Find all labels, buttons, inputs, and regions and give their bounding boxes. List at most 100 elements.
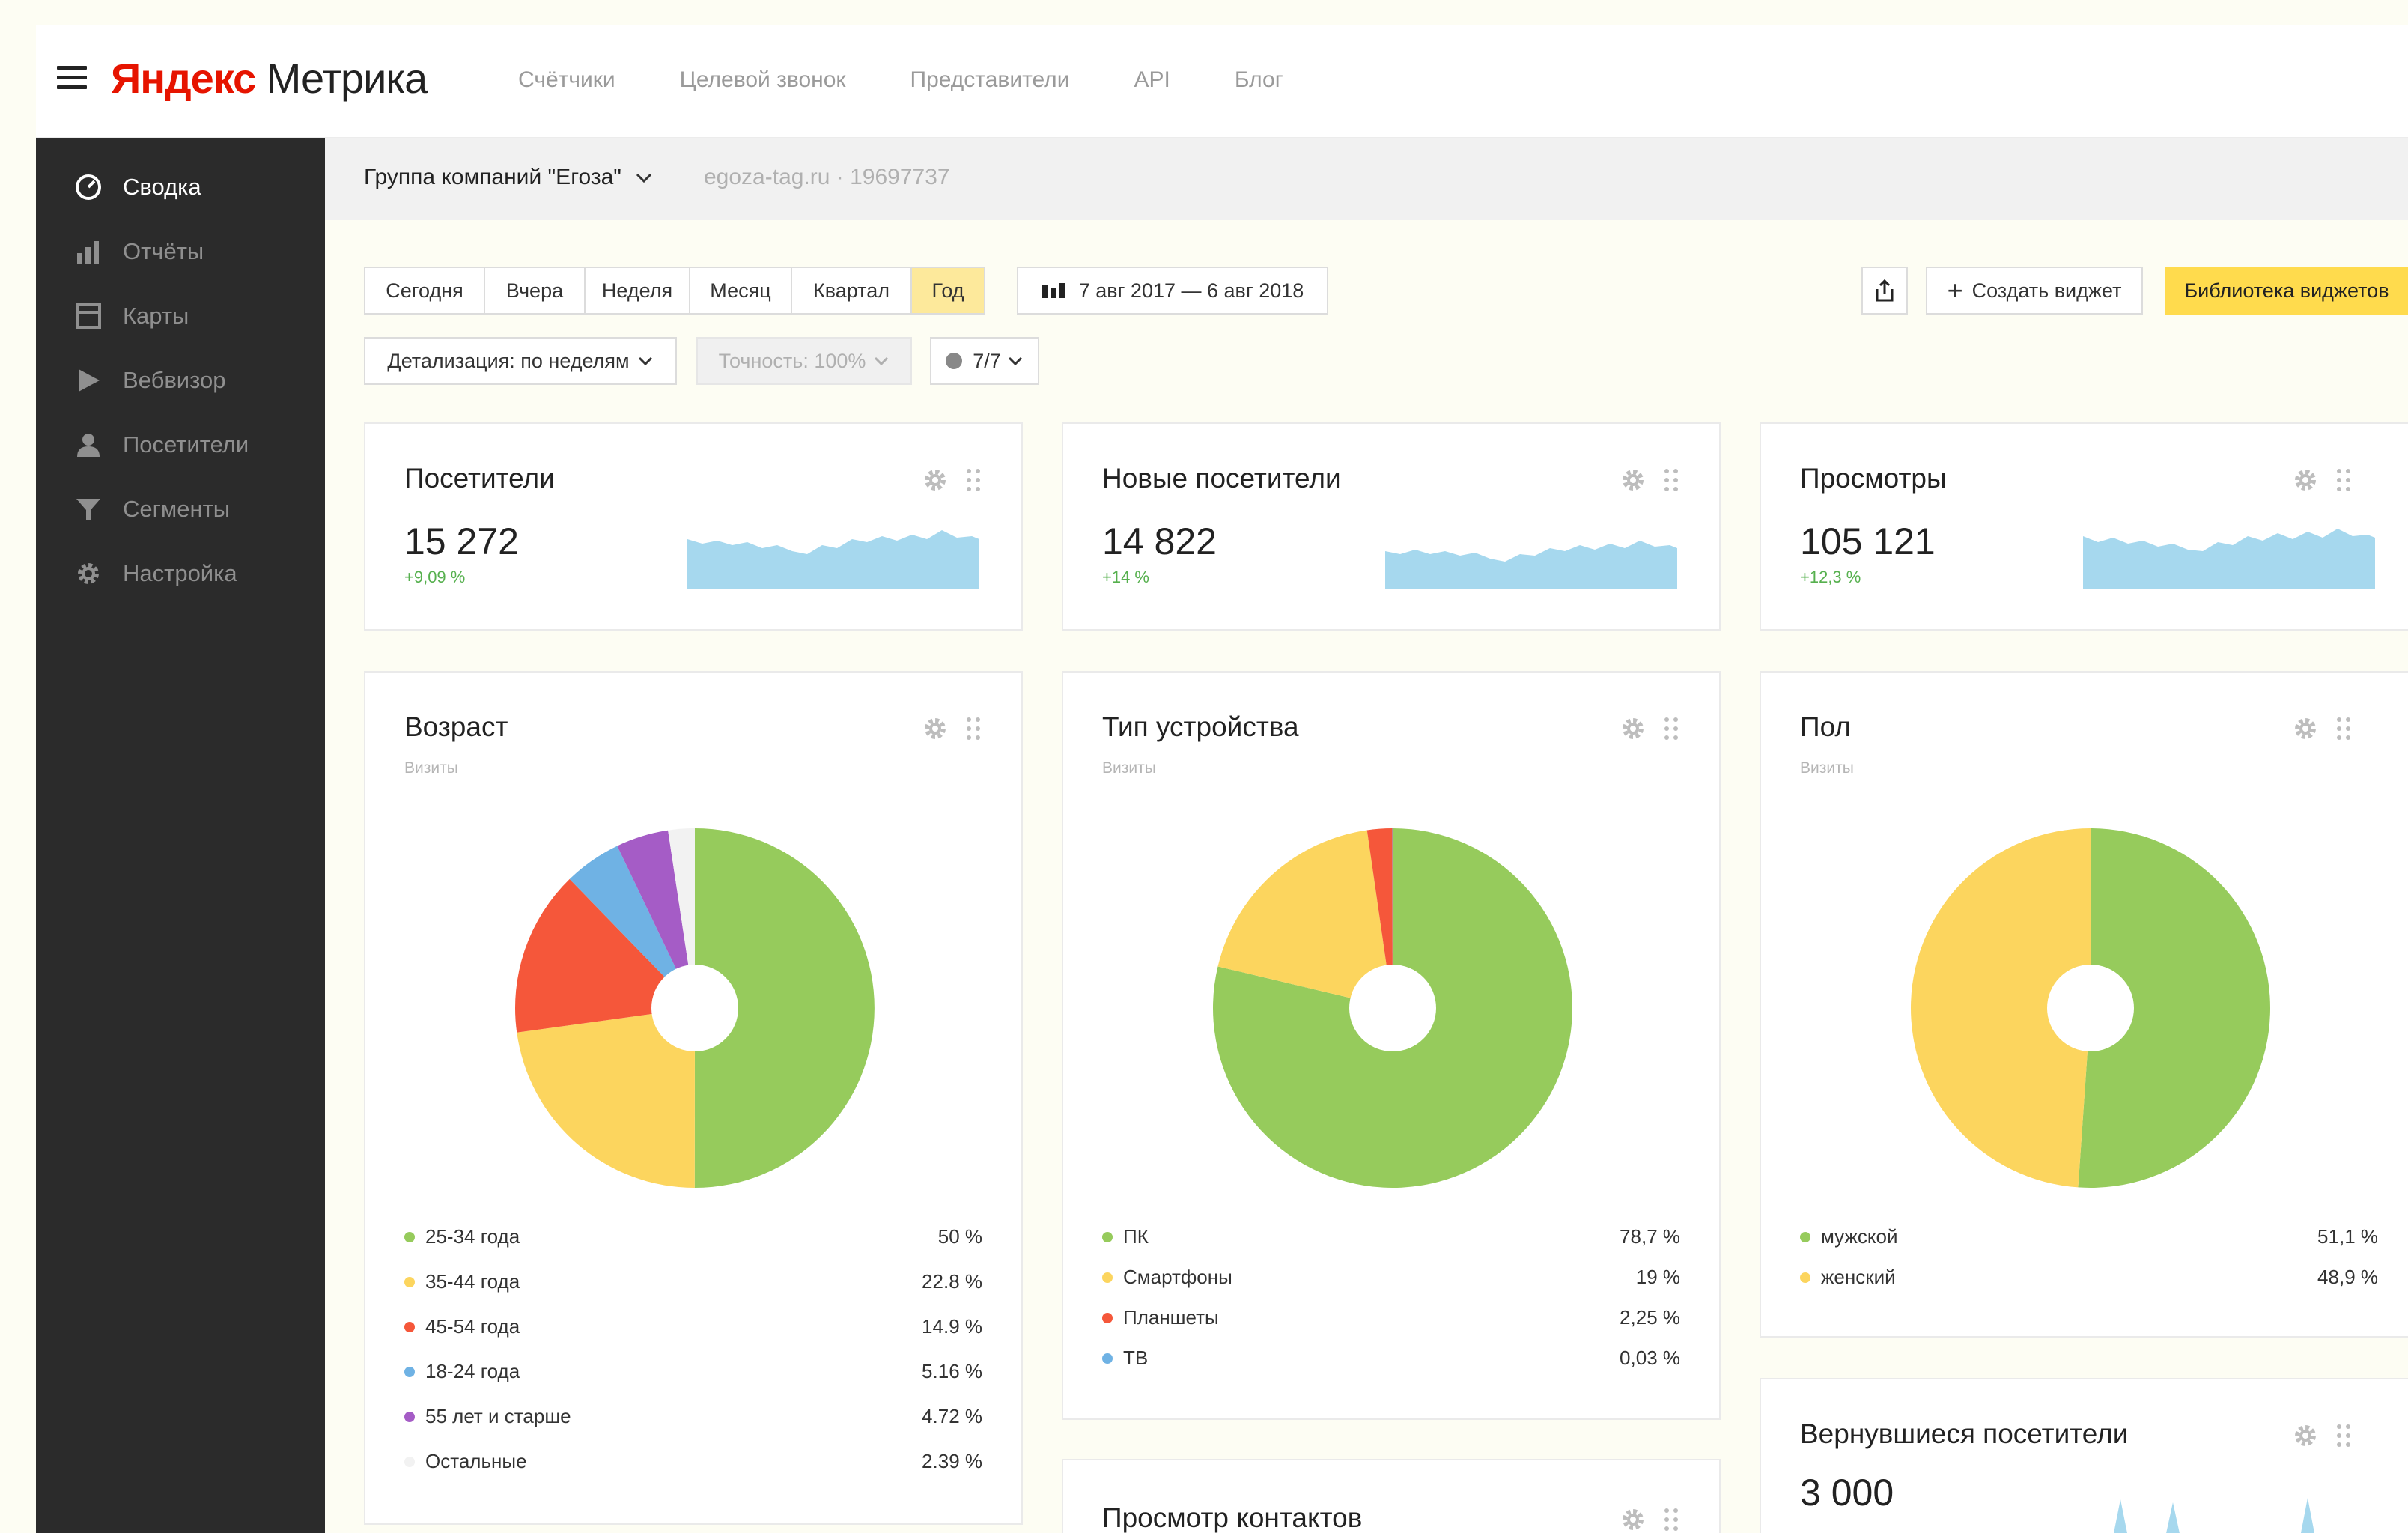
period-selector: Сегодня Вчера Неделя Месяц Квартал Год <box>364 267 985 315</box>
gear-icon[interactable] <box>921 466 949 498</box>
logo-product: Метрика <box>266 55 428 102</box>
legend-value: 22.8 % <box>922 1270 982 1293</box>
card-controls <box>921 466 982 498</box>
gear-icon[interactable] <box>1619 466 1647 498</box>
period-today[interactable]: Сегодня <box>365 268 485 313</box>
legend-item[interactable]: 45-54 года 14.9 % <box>404 1315 982 1338</box>
metric-card-visitors: Посетители 15 272 +9,09 % <box>364 422 1023 631</box>
top-nav: Счётчики Целевой звонок Представители AP… <box>518 67 1283 93</box>
menu-icon[interactable] <box>57 66 87 90</box>
period-quarter[interactable]: Квартал <box>792 268 912 313</box>
pie-card-device: Тип устройства Визиты ПК 78,7 % Смартфоны 1… <box>1062 671 1721 1420</box>
nav-blog[interactable]: Блог <box>1235 67 1283 93</box>
card-controls <box>2291 1421 2353 1454</box>
legend-item[interactable]: 25-34 года 50 % <box>404 1225 982 1248</box>
metric-card-pageviews: Просмотры 105 121 +12,3 % <box>1760 422 2408 631</box>
calendar-icon <box>1042 283 1065 298</box>
legend-item[interactable]: Остальные 2.39 % <box>404 1450 982 1473</box>
period-month[interactable]: Месяц <box>690 268 792 313</box>
sidebar-item-label: Карты <box>123 303 189 329</box>
nav-target-call[interactable]: Целевой звонок <box>680 67 846 93</box>
period-yesterday[interactable]: Вчера <box>485 268 586 313</box>
legend-item[interactable]: мужской 51,1 % <box>1800 1225 2378 1248</box>
donut-hole <box>1349 965 1436 1051</box>
gear-icon[interactable] <box>2291 714 2320 747</box>
legend-item[interactable]: ПК 78,7 % <box>1102 1225 1680 1248</box>
drag-handle-icon[interactable] <box>1662 1507 1680 1533</box>
metric-value: 3 000 <box>1800 1472 1894 1514</box>
counter-selector[interactable]: Группа компаний "Егоза" <box>364 165 653 190</box>
detail-select[interactable]: Детализация: по неделям <box>364 337 677 385</box>
drag-handle-icon[interactable] <box>2335 716 2353 745</box>
legend-item[interactable]: Планшеты 2,25 % <box>1102 1306 1680 1329</box>
gear-icon[interactable] <box>2291 1421 2320 1454</box>
map-icon <box>73 301 103 331</box>
widget-library-button[interactable]: Библиотека виджетов <box>2165 267 2408 315</box>
detail-label: Детализация: по неделям <box>387 349 630 372</box>
sidebar-item-maps[interactable]: Карты <box>73 301 189 331</box>
accuracy-select[interactable]: Точность: 100% <box>696 337 912 385</box>
drag-handle-icon[interactable] <box>1662 716 1680 745</box>
segment-dot-icon <box>946 353 963 369</box>
legend-value: 2.39 % <box>922 1450 982 1472</box>
nav-representatives[interactable]: Представители <box>910 67 1070 93</box>
legend-label: 25-34 года <box>404 1225 520 1248</box>
card-title: Посетители <box>404 463 555 494</box>
play-icon <box>73 365 103 395</box>
legend-item[interactable]: 18-24 года 5.16 % <box>404 1360 982 1383</box>
drag-handle-icon[interactable] <box>1662 467 1680 497</box>
sidebar-item-label: Отчёты <box>123 238 204 264</box>
legend-value: 48,9 % <box>2317 1266 2378 1288</box>
drag-handle-icon[interactable] <box>964 467 982 497</box>
sidebar-item-visitors[interactable]: Посетители <box>73 430 249 460</box>
segments-select[interactable]: 7/7 <box>930 337 1039 385</box>
metric-delta: +9,09 % <box>404 568 466 586</box>
org-name: Группа компаний "Егоза" <box>364 165 621 189</box>
sidebar-item-webvisor[interactable]: Вебвизор <box>73 365 225 395</box>
sidebar-item-summary[interactable]: Сводка <box>73 172 201 202</box>
card-title: Тип устройства <box>1102 711 1299 742</box>
legend-item[interactable]: Смартфоны 19 % <box>1102 1266 1680 1289</box>
legend-swatch <box>1102 1272 1113 1283</box>
period-week[interactable]: Неделя <box>586 268 690 313</box>
sidebar-item-settings[interactable]: Настройка <box>73 559 237 589</box>
legend-value: 50 % <box>937 1225 982 1248</box>
gear-icon[interactable] <box>921 714 949 747</box>
legend-item[interactable]: женский 48,9 % <box>1800 1266 2378 1289</box>
drag-handle-icon[interactable] <box>2335 1423 2353 1452</box>
card-controls <box>1619 714 1680 747</box>
legend-text: 55 лет и старше <box>425 1405 571 1427</box>
legend-item[interactable]: 35-44 года 22.8 % <box>404 1270 982 1293</box>
legend-value: 4.72 % <box>922 1405 982 1427</box>
gear-icon[interactable] <box>1619 1505 1647 1533</box>
app-logo[interactable]: Яндекс Метрика <box>111 54 428 103</box>
legend-label: Планшеты <box>1102 1306 1219 1329</box>
sidebar-item-reports[interactable]: Отчёты <box>73 237 204 267</box>
sidebar-item-segments[interactable]: Сегменты <box>73 494 230 524</box>
legend-text: 45-54 года <box>425 1315 520 1338</box>
nav-counters[interactable]: Счётчики <box>518 67 615 93</box>
sparkline-chart <box>687 530 979 589</box>
sidebar-item-label: Посетители <box>123 431 249 458</box>
legend-item[interactable]: ТВ 0,03 % <box>1102 1347 1680 1370</box>
legend-text: 35-44 года <box>425 1270 520 1293</box>
legend-text: 18-24 года <box>425 1360 520 1382</box>
card-returning-visitors: Вернувшиеся посетители 3 000 <box>1760 1378 2408 1533</box>
legend-label: 35-44 года <box>404 1270 520 1293</box>
person-icon <box>73 430 103 460</box>
sparkline-chart <box>2083 529 2375 589</box>
gear-icon[interactable] <box>2291 466 2320 498</box>
drag-handle-icon[interactable] <box>2335 467 2353 497</box>
gear-icon[interactable] <box>1619 714 1647 747</box>
period-year[interactable]: Год <box>912 268 984 313</box>
create-widget-button[interactable]: + Создать виджет <box>1926 267 2143 315</box>
legend-text: женский <box>1821 1266 1896 1288</box>
drag-handle-icon[interactable] <box>964 716 982 745</box>
legend-swatch <box>404 1276 415 1287</box>
date-range-button[interactable]: 7 авг 2017 — 6 авг 2018 <box>1017 267 1328 315</box>
nav-api[interactable]: API <box>1134 67 1170 93</box>
export-button[interactable] <box>1861 267 1908 315</box>
legend-item[interactable]: 55 лет и старше 4.72 % <box>404 1405 982 1428</box>
sidebar: Сводка Отчёты Карты Вебвизор Посетители … <box>36 138 325 1533</box>
legend-label: Смартфоны <box>1102 1266 1232 1289</box>
